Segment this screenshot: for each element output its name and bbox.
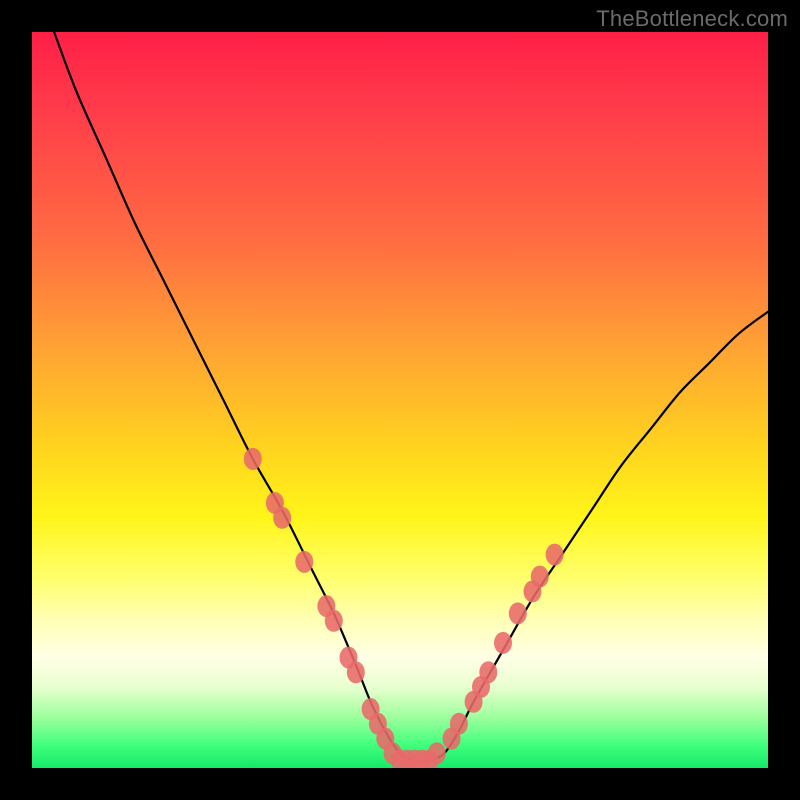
data-dot (465, 691, 483, 713)
data-dot (472, 676, 490, 698)
data-dot (398, 750, 416, 768)
data-dot (295, 551, 313, 573)
data-dot (369, 713, 387, 735)
data-dot (420, 750, 438, 768)
data-dot (406, 750, 424, 768)
plot-area (32, 32, 768, 768)
data-dot (531, 566, 549, 588)
data-dot (325, 610, 343, 632)
data-dot (443, 728, 461, 750)
data-dot (479, 661, 497, 683)
data-dot (317, 595, 335, 617)
curve-path (54, 32, 768, 762)
data-dot (266, 492, 284, 514)
chart-frame: TheBottleneck.com (0, 0, 800, 800)
dots-group (244, 448, 564, 768)
data-dot (362, 698, 380, 720)
data-dot (428, 742, 446, 764)
data-dot (494, 632, 512, 654)
data-dot (244, 448, 262, 470)
data-dot (391, 750, 409, 768)
data-dot (273, 507, 291, 529)
data-dot (413, 750, 431, 768)
data-dot (376, 728, 394, 750)
data-dot (509, 602, 527, 624)
watermark-text: TheBottleneck.com (596, 6, 788, 32)
data-dot (340, 647, 358, 669)
data-dot (450, 713, 468, 735)
bottleneck-curve-svg (32, 32, 768, 768)
data-dot (384, 742, 402, 764)
data-dot (524, 580, 542, 602)
data-dot (347, 661, 365, 683)
data-dot (546, 544, 564, 566)
